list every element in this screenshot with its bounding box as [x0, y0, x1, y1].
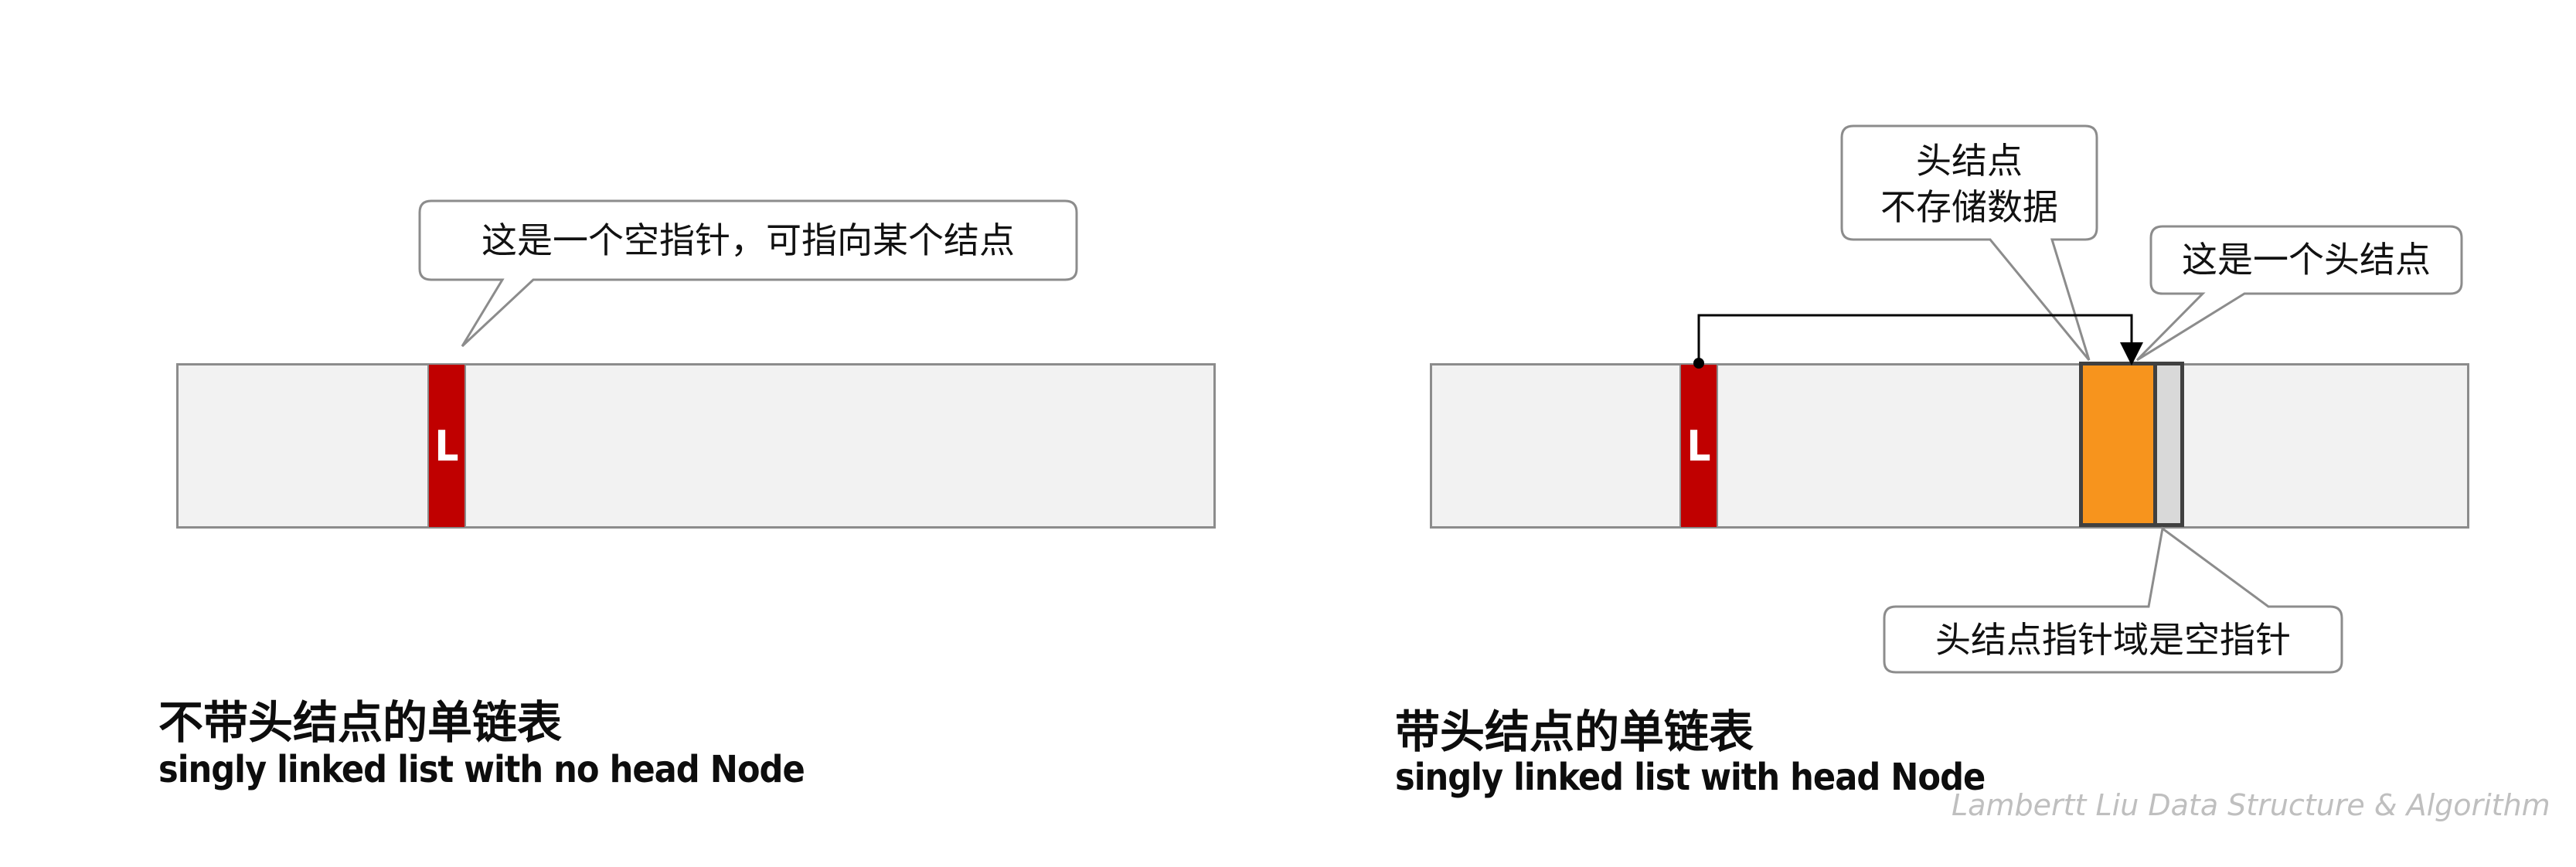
- watermark: Lambertt Liu Data Structure & Algorithm: [1952, 788, 2550, 822]
- callout-text-head-node-line1: 头结点: [1916, 140, 2023, 182]
- title-right-cn: 带头结点的单链表: [1395, 706, 1754, 758]
- callout-text-pointer-field: 头结点指针域是空指针: [1935, 619, 2291, 661]
- callout-text-is-head: 这是一个头结点: [2182, 239, 2431, 280]
- title-left-cn: 不带头结点的单链表: [158, 696, 563, 749]
- title-right-en: singly linked list with head Node: [1395, 756, 1986, 799]
- callout-text-left: 这是一个空指针，可指向某个结点: [482, 219, 1015, 261]
- title-left-en: singly linked list with no head Node: [158, 748, 805, 791]
- callout-text-head-node-line2: 不存储数据: [1880, 186, 2058, 228]
